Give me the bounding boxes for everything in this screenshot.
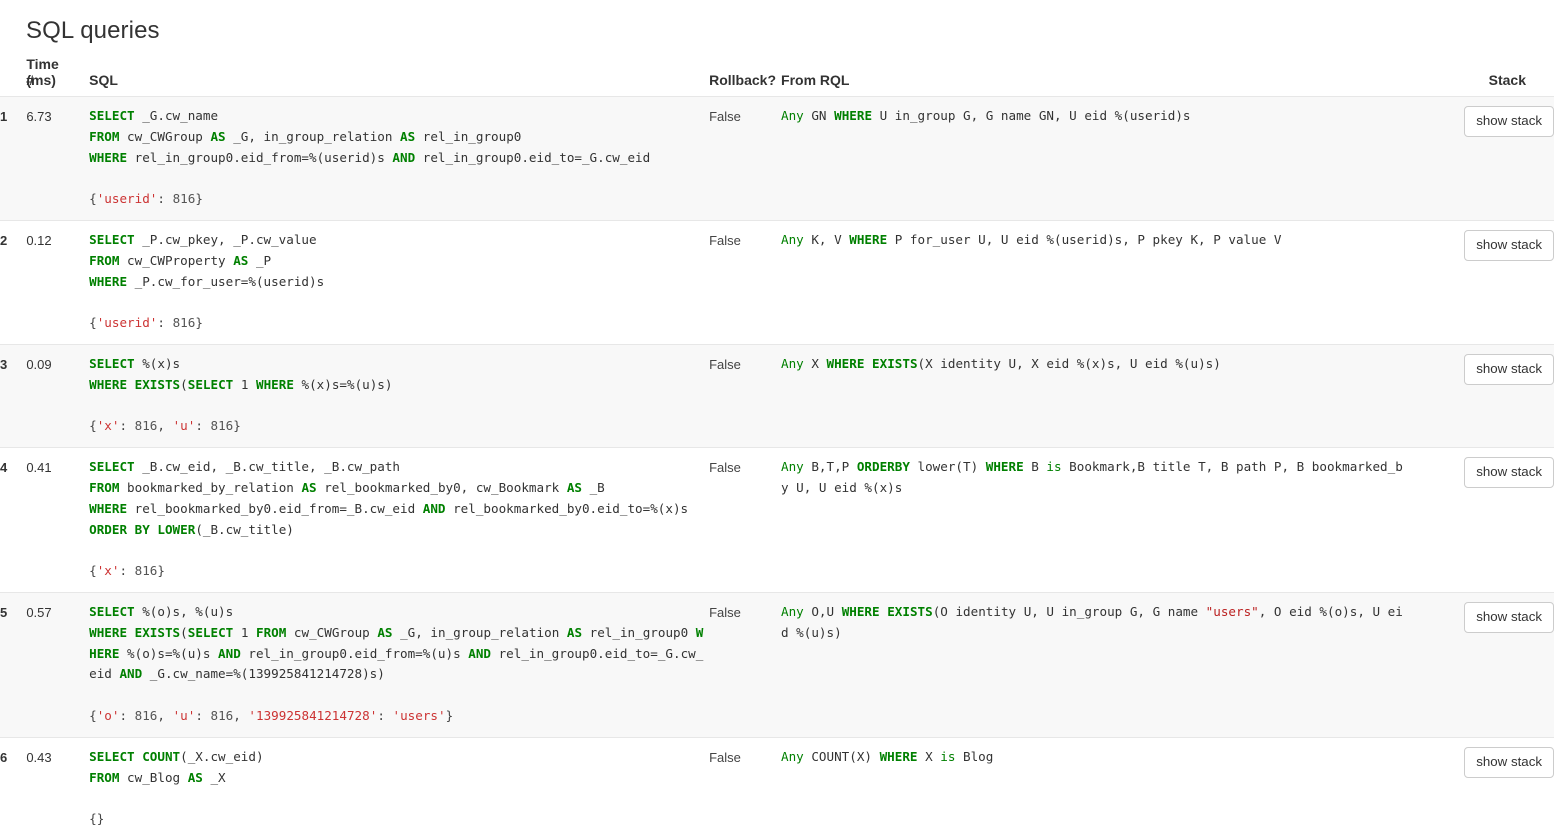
sql-code: SELECT COUNT(_X.cw_eid) FROM cw_Blog AS … [89, 748, 264, 785]
row-time-ms: 0.09 [26, 356, 52, 372]
rql-code: Any O,U WHERE EXISTS(O identity U, U in_… [781, 603, 1403, 640]
column-header-time: Time (ms) [26, 56, 90, 97]
sql-queries-page: SQL queries # Time (ms) SQL Rollback? Fr… [0, 0, 1554, 840]
sql-params: {'userid': 816} [89, 191, 203, 207]
row-time-ms: 0.43 [26, 749, 52, 765]
row-time-ms: 0.41 [26, 460, 52, 476]
row-time-ms: 0.57 [26, 604, 52, 620]
show-stack-button[interactable]: show stack [1464, 106, 1554, 137]
row-stack-cell: show stack [1405, 448, 1554, 593]
show-stack-button[interactable]: show stack [1464, 229, 1554, 261]
row-sql-cell: SELECT _G.cw_name FROM cw_CWGroup AS _G,… [89, 97, 709, 221]
table-row: 6 0.43 SELECT COUNT(_X.cw_eid) FROM cw_Blo… [0, 737, 1554, 840]
sql-params: {'x': 816} [89, 563, 165, 579]
table-row: 3 0.09 SELECT %(x)s WHERE EXISTS(SELECT 1 … [0, 344, 1554, 448]
sql-queries-table: # Time (ms) SQL Rollback? From RQL Stack… [0, 56, 1554, 840]
table-row: 1 6.73 SELECT _G.cw_name FROM cw_CWGroup A… [0, 96, 1554, 221]
column-header-stack: Stack [1405, 56, 1554, 97]
row-time-ms: 0.12 [26, 232, 52, 248]
row-rql-cell: Any K, V WHERE P for_user U, U eid %(use… [781, 220, 1405, 344]
row-rql-cell: Any O,U WHERE EXISTS(O identity U, U in_… [781, 592, 1405, 737]
row-sql-cell: SELECT _B.cw_eid, _B.cw_title, _B.cw_pat… [89, 448, 709, 593]
rql-code: Any COUNT(X) WHERE X is Blog [781, 748, 994, 764]
sql-params: {} [89, 811, 105, 827]
row-rql-cell: Any B,T,P ORDERBY lower(T) WHERE B is Bo… [781, 448, 1405, 593]
sql-params: {'x': 816, 'u': 816} [89, 418, 241, 434]
row-rollback: False [709, 232, 741, 248]
show-stack-button[interactable]: show stack [1464, 353, 1554, 385]
sql-params-spacer [89, 168, 709, 189]
row-stack-cell: show stack [1405, 737, 1554, 840]
sql-code: SELECT %(o)s, %(u)s WHERE EXISTS(SELECT … [89, 603, 704, 682]
show-stack-button[interactable]: show stack [1464, 601, 1554, 633]
sql-params-spacer [89, 685, 709, 706]
row-index: 1 [0, 109, 8, 124]
table-row: 4 0.41 SELECT _B.cw_eid, _B.cw_title, _B.c… [0, 447, 1554, 593]
table-header-row: # Time (ms) SQL Rollback? From RQL Stack [0, 56, 1554, 97]
row-index: 5 [0, 604, 8, 620]
row-rollback: False [709, 109, 741, 124]
sql-params-spacer [89, 396, 709, 417]
sql-params-spacer [89, 292, 709, 313]
table-body: 1 6.73 SELECT _G.cw_name FROM cw_CWGroup A… [0, 96, 1554, 840]
sql-code: SELECT %(x)s WHERE EXISTS(SELECT 1 WHERE… [89, 355, 393, 392]
column-header-rollback: Rollback? [709, 56, 782, 97]
row-rql-cell: Any GN WHERE U in_group G, G name GN, U … [781, 97, 1405, 221]
table-row: 2 0.12 SELECT _P.cw_pkey, _P.cw_value FROM… [0, 220, 1554, 345]
column-header-rql: From RQL [781, 56, 1406, 97]
show-stack-button[interactable]: show stack [1464, 457, 1554, 489]
row-rollback: False [709, 460, 741, 476]
sql-params-spacer [89, 540, 709, 561]
column-header-sql: SQL [89, 56, 710, 97]
sql-code: SELECT _B.cw_eid, _B.cw_title, _B.cw_pat… [89, 459, 689, 537]
show-stack-button[interactable]: show stack [1464, 746, 1554, 778]
row-rql-cell: Any COUNT(X) WHERE X is Blog [781, 737, 1405, 840]
row-rql-cell: Any X WHERE EXISTS(X identity U, X eid %… [781, 344, 1405, 447]
row-stack-cell: show stack [1405, 344, 1554, 447]
column-header-num: # [0, 56, 34, 97]
row-sql-cell: SELECT COUNT(_X.cw_eid) FROM cw_Blog AS … [89, 737, 709, 840]
rql-code: Any K, V WHERE P for_user U, U eid %(use… [781, 231, 1282, 247]
row-index: 4 [0, 460, 8, 476]
row-index: 6 [0, 749, 8, 765]
row-stack-cell: show stack [1405, 220, 1554, 344]
row-time-ms: 6.73 [26, 109, 52, 124]
row-rollback: False [709, 749, 741, 765]
table-row: 5 0.57 SELECT %(o)s, %(u)s WHERE EXISTS(SE… [0, 592, 1554, 738]
rql-code: Any B,T,P ORDERBY lower(T) WHERE B is Bo… [781, 459, 1403, 495]
row-sql-cell: SELECT _P.cw_pkey, _P.cw_value FROM cw_C… [89, 220, 709, 344]
table-header: # Time (ms) SQL Rollback? From RQL Stack [0, 56, 1554, 97]
sql-code: SELECT _P.cw_pkey, _P.cw_value FROM cw_C… [89, 231, 325, 289]
row-index: 2 [0, 232, 8, 248]
row-index: 3 [0, 356, 8, 372]
row-stack-cell: show stack [1405, 592, 1554, 737]
rql-code: Any GN WHERE U in_group G, G name GN, U … [781, 108, 1191, 123]
row-stack-cell: show stack [1405, 97, 1554, 221]
page-title: SQL queries [26, 17, 160, 44]
sql-params: {'o': 816, 'u': 816, '139925841214728': … [89, 707, 454, 723]
sql-code: SELECT _G.cw_name FROM cw_CWGroup AS _G,… [89, 108, 651, 165]
row-rollback: False [709, 604, 741, 620]
row-sql-cell: SELECT %(x)s WHERE EXISTS(SELECT 1 WHERE… [89, 344, 709, 447]
sql-params: {'userid': 816} [89, 315, 203, 331]
rql-code: Any X WHERE EXISTS(X identity U, X eid %… [781, 355, 1221, 371]
sql-params-spacer [89, 788, 709, 809]
row-sql-cell: SELECT %(o)s, %(u)s WHERE EXISTS(SELECT … [89, 592, 709, 737]
row-rollback: False [709, 356, 741, 372]
